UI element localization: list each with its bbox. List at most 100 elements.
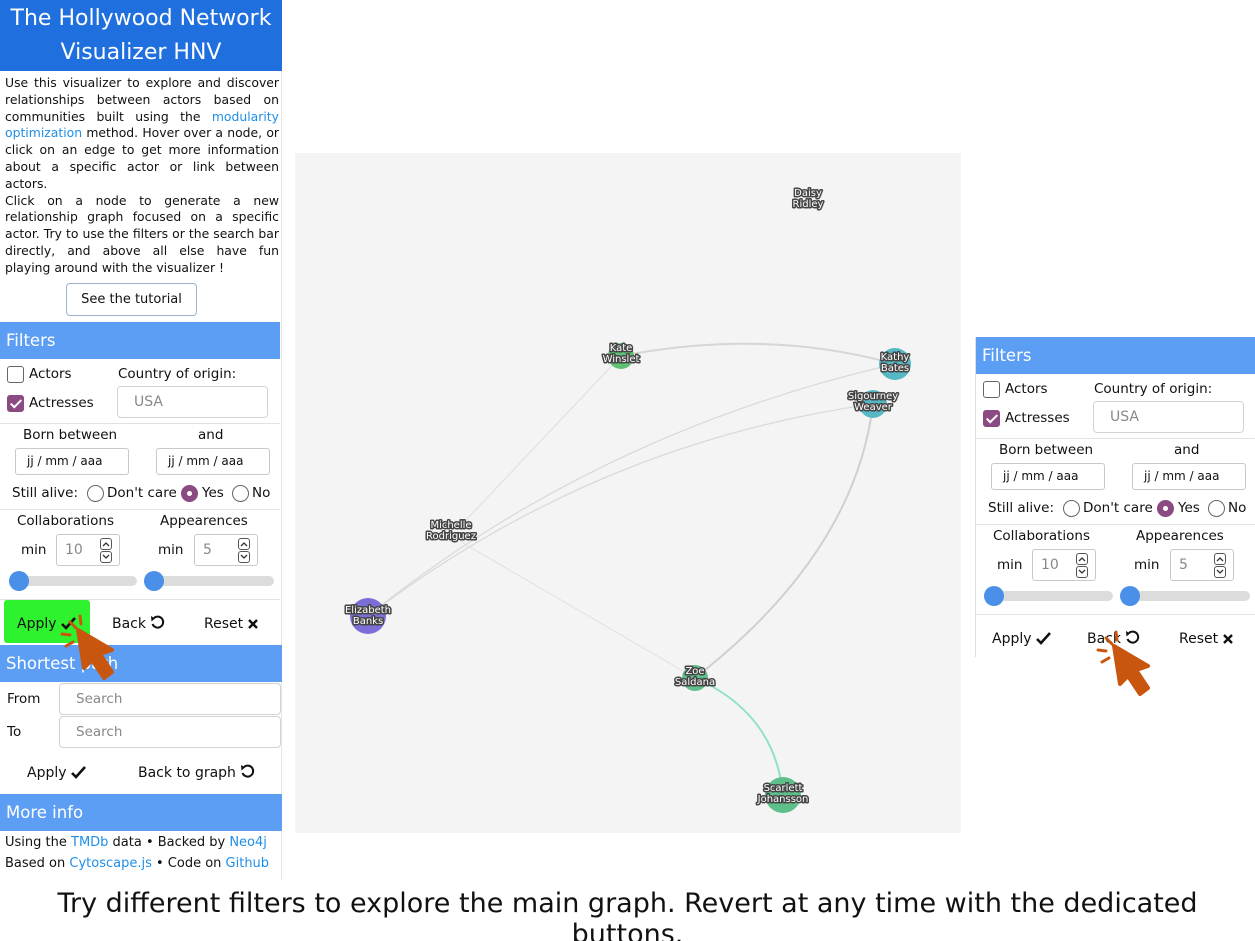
- filters-header: Filters: [976, 337, 1255, 374]
- spin-up-icon[interactable]: [100, 538, 112, 550]
- credit-text: Using the: [5, 835, 71, 850]
- still-alive-label: Still alive:: [12, 485, 79, 501]
- reset-label: Reset: [1179, 631, 1219, 647]
- node-label: Johansson: [757, 794, 809, 805]
- node-kathy[interactable]: Kathy Bates: [879, 348, 911, 380]
- and-label: and: [1174, 442, 1200, 458]
- filters-panel: Filters Actors Country of origin: Actres…: [0, 322, 280, 644]
- spin-down-icon[interactable]: [1214, 566, 1226, 578]
- close-icon: [1223, 634, 1233, 644]
- check-icon: [1035, 632, 1051, 645]
- node-elizabeth[interactable]: Elizabeth Banks: [343, 598, 393, 634]
- collaborations-slider[interactable]: [995, 591, 1113, 601]
- collaborations-slider-handle[interactable]: [9, 571, 29, 591]
- cytoscape-link[interactable]: Cytoscape.js: [69, 856, 151, 871]
- appearences-min-input[interactable]: 5: [1170, 549, 1234, 581]
- born-to-date-input[interactable]: jj / mm / aaa: [156, 448, 270, 475]
- spin-up-icon[interactable]: [1214, 553, 1226, 565]
- node-zoe[interactable]: Zoe Saldana: [673, 665, 717, 691]
- to-search-input[interactable]: Search: [59, 716, 281, 748]
- back-to-graph-label: Back to graph: [138, 765, 236, 781]
- no-label: No: [1228, 500, 1247, 516]
- node-label: Michelle: [430, 520, 471, 531]
- graph-canvas[interactable]: Daisy Ridley Kate Winslet Kathy Bates Si…: [295, 153, 961, 833]
- still-alive-dont-care-radio[interactable]: [1063, 500, 1080, 517]
- node-kate[interactable]: Kate Winslet: [601, 342, 641, 369]
- shortest-path-apply-button[interactable]: Apply: [27, 763, 86, 783]
- app-title-line1: The Hollywood Network: [10, 6, 272, 31]
- actors-checkbox[interactable]: [7, 366, 24, 383]
- still-alive-yes-radio[interactable]: [181, 485, 198, 502]
- node-label: Kathy: [881, 352, 910, 363]
- close-icon: [248, 619, 258, 629]
- country-label: Country of origin:: [118, 366, 237, 382]
- appearences-slider[interactable]: [1132, 591, 1250, 601]
- spin-down-icon[interactable]: [1076, 566, 1088, 578]
- collaborations-min-input[interactable]: 10: [56, 534, 120, 566]
- appearences-min-label: min: [1134, 557, 1160, 573]
- still-alive-no-radio[interactable]: [1208, 500, 1225, 517]
- back-to-graph-button[interactable]: Back to graph: [138, 763, 255, 783]
- pointer-cursor-icon: [60, 614, 114, 680]
- node-label: Kate: [610, 343, 633, 354]
- tutorial-button[interactable]: See the tutorial: [66, 283, 197, 316]
- filters-reset-button[interactable]: Reset: [1179, 629, 1234, 649]
- node-label: Weaver: [854, 402, 893, 413]
- appearences-slider-handle[interactable]: [1120, 586, 1140, 606]
- appearences-label: Appearences: [160, 513, 248, 529]
- node-daisy[interactable]: Daisy Ridley: [791, 184, 825, 216]
- dont-care-label: Don't care: [107, 485, 177, 501]
- actors-checkbox[interactable]: [983, 381, 1000, 398]
- spin-down-icon[interactable]: [238, 551, 250, 563]
- spin-up-icon[interactable]: [1076, 553, 1088, 565]
- and-label: and: [198, 427, 224, 443]
- collaborations-min-input[interactable]: 10: [1032, 549, 1096, 581]
- node-michelle[interactable]: Michelle Rodriguez: [425, 517, 477, 545]
- apply-label: Apply: [992, 631, 1032, 647]
- still-alive-yes-radio[interactable]: [1157, 500, 1174, 517]
- actresses-checkbox[interactable]: [983, 410, 1000, 427]
- collaborations-min-value: 10: [65, 542, 83, 558]
- appearences-slider[interactable]: [156, 576, 274, 586]
- actors-label: Actors: [1005, 381, 1048, 397]
- filters-apply-button[interactable]: Apply: [992, 629, 1051, 649]
- country-input[interactable]: USA: [1093, 401, 1244, 433]
- appearences-min-input[interactable]: 5: [194, 534, 258, 566]
- app-title-line2: Visualizer HNV: [60, 40, 222, 65]
- collaborations-min-label: min: [21, 542, 47, 558]
- node-label: Sigourney: [848, 391, 898, 402]
- born-from-date-input[interactable]: jj / mm / aaa: [15, 448, 129, 475]
- appearences-slider-handle[interactable]: [144, 571, 164, 591]
- neo4j-link[interactable]: Neo4j: [229, 835, 267, 850]
- divider: [0, 509, 280, 510]
- country-input[interactable]: USA: [117, 386, 268, 418]
- more-info-header: More info: [0, 794, 282, 831]
- spin-up-icon[interactable]: [238, 538, 250, 550]
- tmdb-link[interactable]: TMDb: [71, 835, 108, 850]
- node-label: Ridley: [793, 199, 824, 210]
- born-from-date-input[interactable]: jj / mm / aaa: [991, 463, 1105, 490]
- spin-down-icon[interactable]: [100, 551, 112, 563]
- node-scarlett[interactable]: Scarlett Johansson: [755, 777, 810, 813]
- actors-label: Actors: [29, 366, 72, 382]
- undo-icon: [240, 764, 255, 778]
- check-icon: [70, 766, 86, 779]
- born-to-date-input[interactable]: jj / mm / aaa: [1132, 463, 1246, 490]
- node-label: Banks: [353, 616, 383, 627]
- no-label: No: [252, 485, 271, 501]
- divider: [976, 614, 1255, 615]
- more-info-line2: Based on Cytoscape.js • Code on Github: [5, 856, 269, 871]
- collaborations-slider[interactable]: [19, 576, 137, 586]
- still-alive-dont-care-radio[interactable]: [87, 485, 104, 502]
- filters-reset-button[interactable]: Reset: [204, 614, 259, 634]
- graph-nodes[interactable]: Daisy Ridley Kate Winslet Kathy Bates Si…: [295, 153, 961, 833]
- actresses-checkbox[interactable]: [7, 395, 24, 412]
- from-search-input[interactable]: Search: [59, 683, 281, 715]
- caption: Try different filters to explore the mai…: [57, 888, 1198, 941]
- node-sigourney[interactable]: Sigourney Weaver: [846, 390, 900, 418]
- still-alive-no-radio[interactable]: [232, 485, 249, 502]
- appearences-label: Appearences: [1136, 528, 1224, 544]
- github-link[interactable]: Github: [226, 856, 270, 871]
- collaborations-slider-handle[interactable]: [984, 586, 1004, 606]
- node-label: Saldana: [675, 677, 715, 688]
